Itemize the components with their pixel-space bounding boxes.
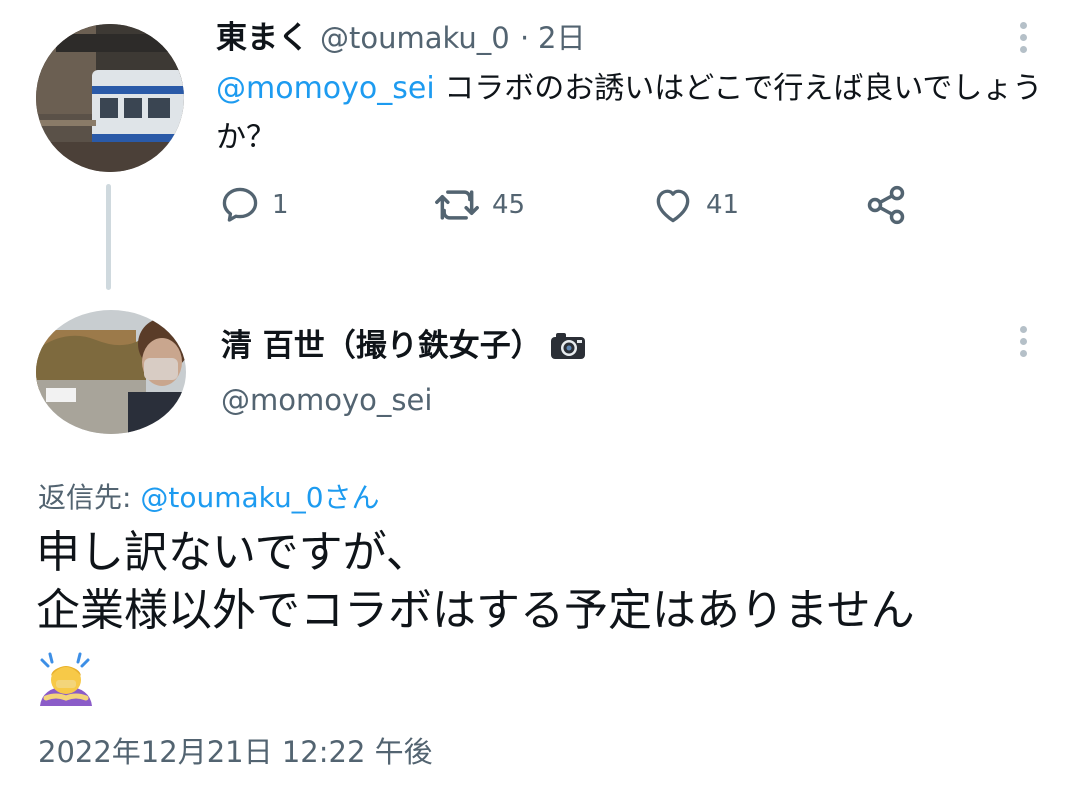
more-vertical-icon[interactable] xyxy=(1020,22,1030,58)
like-button[interactable]: 41 xyxy=(650,180,739,230)
reply-to-label: 返信先: xyxy=(38,481,141,514)
reply-button[interactable]: 1 xyxy=(218,180,289,230)
main-timestamp[interactable]: 2022年12月21日 12:22 午後 xyxy=(38,730,433,774)
main-display-name: 清 百世（撮り鉄女子） xyxy=(221,328,542,364)
camera-icon xyxy=(550,333,585,359)
parent-display-name[interactable]: 東まく xyxy=(216,16,309,60)
reply-to-mention[interactable]: @toumaku_0さん xyxy=(140,481,379,514)
main-text: 申し訳ないですが、 企業様以外でコラボはする予定はありません xyxy=(36,524,1046,640)
parent-avatar[interactable] xyxy=(36,24,184,172)
thread-line xyxy=(106,184,111,290)
reply-icon xyxy=(222,187,258,222)
main-display-name-row[interactable]: 清 百世（撮り鉄女子） xyxy=(221,322,586,370)
person-bowing-icon xyxy=(36,650,96,712)
share-button[interactable] xyxy=(864,180,908,230)
reply-count: 1 xyxy=(272,190,289,220)
share-icon xyxy=(867,185,905,225)
main-text-line-1: 申し訳ないですが、 xyxy=(36,527,430,578)
main-avatar[interactable] xyxy=(36,310,186,434)
retweet-count: 45 xyxy=(492,190,526,220)
main-text-line-2: 企業様以外でコラボはする予定はありません xyxy=(36,585,915,636)
parent-mention[interactable]: @momoyo_sei xyxy=(216,71,435,106)
parent-time[interactable]: 2日 xyxy=(538,16,585,60)
parent-text: @momoyo_sei コラボのお誘いはどこで行えば良いでしょうか？ xyxy=(216,64,1046,162)
more-vertical-icon[interactable] xyxy=(1020,326,1030,362)
retweet-button[interactable]: 45 xyxy=(432,180,525,230)
parent-handle[interactable]: @toumaku_0 xyxy=(320,16,510,60)
reply-to-line: 返信先: @toumaku_0さん xyxy=(38,476,380,520)
train-photo xyxy=(36,24,184,172)
like-count: 41 xyxy=(706,190,740,220)
retweet-icon xyxy=(435,190,479,220)
heart-icon xyxy=(656,189,690,223)
main-handle[interactable]: @momoyo_sei xyxy=(221,378,432,422)
profile-photo xyxy=(36,310,186,434)
header-separator: · xyxy=(520,21,530,55)
